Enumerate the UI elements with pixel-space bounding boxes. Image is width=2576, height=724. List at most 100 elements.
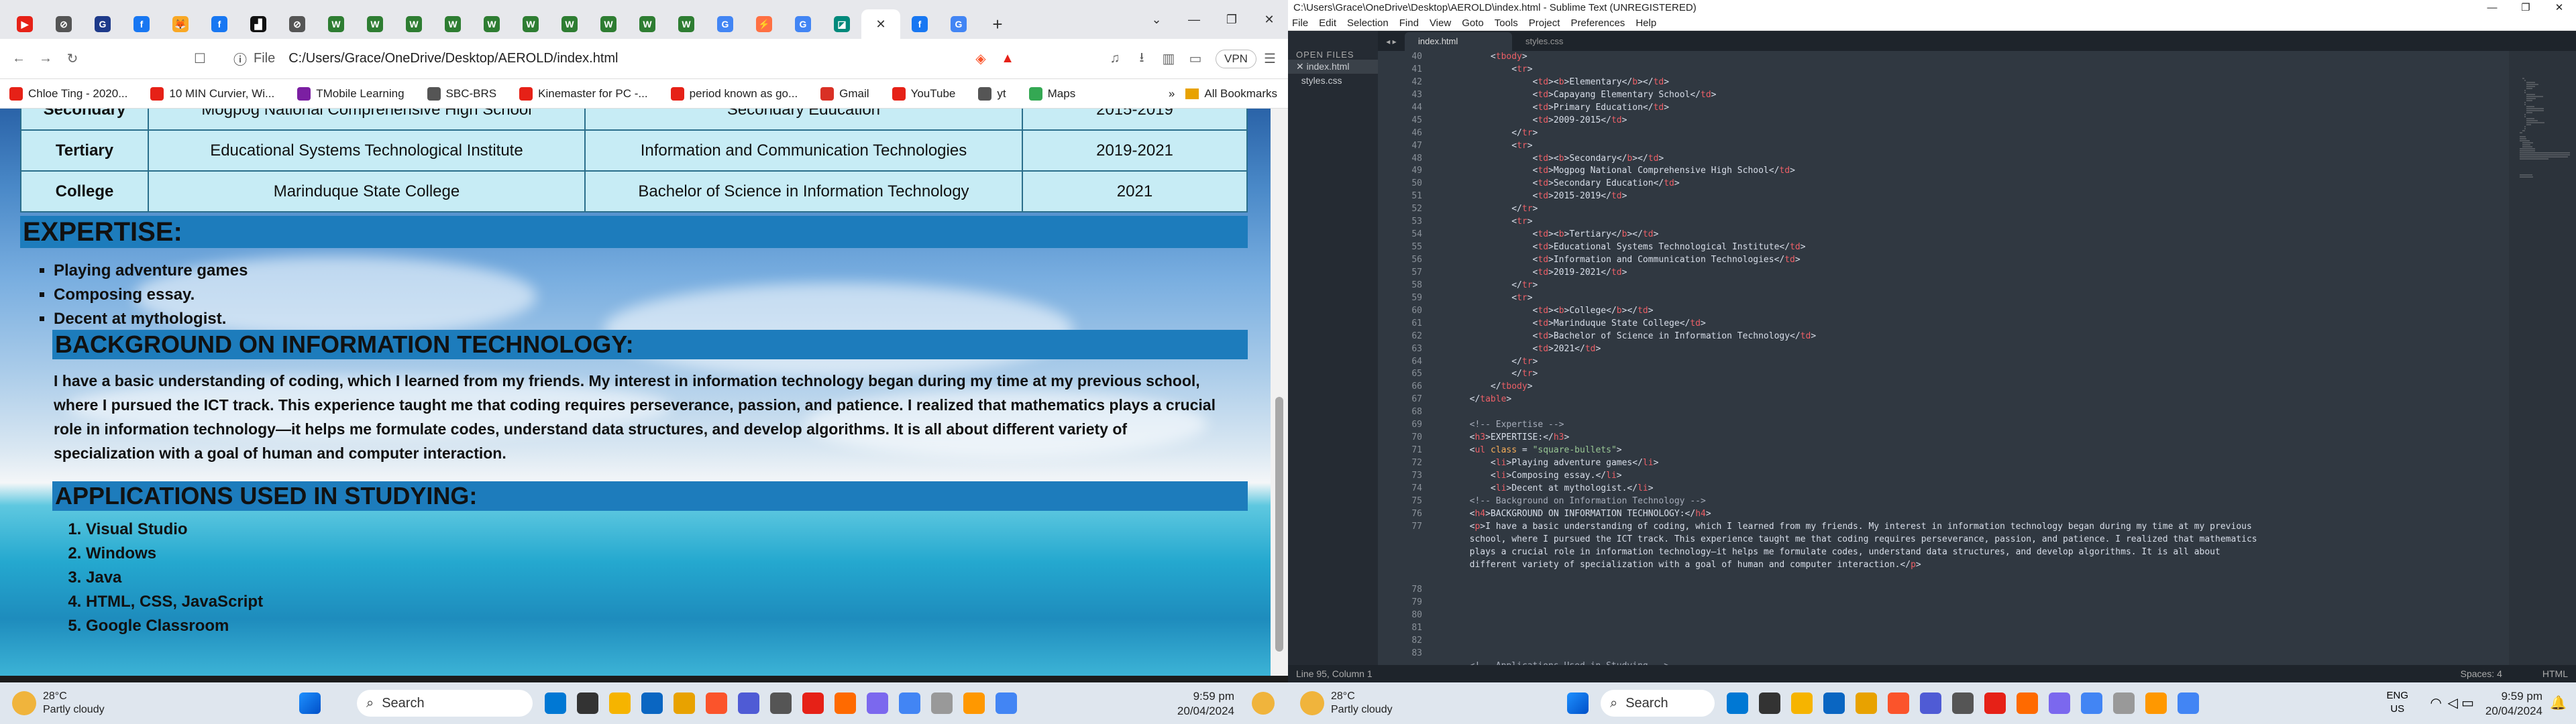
taskbar-app-icon[interactable] — [1915, 687, 1947, 719]
code-line[interactable]: <tr> — [1428, 64, 2509, 76]
code-line[interactable]: <li>Decent at mythologist.</li> — [1428, 483, 2509, 495]
taskbar-app-icon[interactable] — [604, 687, 636, 719]
weather-widget[interactable]: 28°C Partly cloudy — [12, 690, 294, 717]
browser-tab[interactable]: W — [433, 9, 472, 39]
code-line[interactable]: <li>Playing adventure games</li> — [1428, 457, 2509, 470]
tab-index-html[interactable]: index.html — [1405, 32, 1512, 51]
code-line[interactable]: school, where I pursued the ICT track. T… — [1428, 534, 2509, 546]
taskbar-app-icon[interactable] — [1786, 687, 1818, 719]
restore-icon[interactable]: ❐ — [2509, 0, 2542, 16]
browser-tab[interactable]: W — [394, 9, 433, 39]
browser-tab[interactable]: G — [706, 9, 745, 39]
taskbar-app-icon[interactable] — [861, 687, 894, 719]
media-icon[interactable]: ♫ — [1102, 51, 1128, 66]
taskbar-app-icon[interactable] — [1882, 687, 1915, 719]
code-line[interactable]: </tr> — [1428, 127, 2509, 140]
tab-active[interactable]: ✕ — [861, 9, 900, 39]
taskbar-app-icon[interactable] — [668, 687, 700, 719]
taskbar-app-icon[interactable] — [2043, 687, 2076, 719]
code-line[interactable]: <td>2021</td> — [1428, 343, 2509, 356]
code-line[interactable] — [1428, 584, 2509, 597]
browser-tab[interactable]: ◪ — [822, 9, 861, 39]
taskbar-app-icon[interactable] — [1818, 687, 1850, 719]
code-line[interactable] — [1428, 609, 2509, 622]
taskbar-app-icon[interactable] — [572, 687, 604, 719]
menu-item[interactable]: File — [1292, 16, 1308, 30]
sidebar-icon[interactable]: ▥ — [1155, 50, 1182, 67]
taskbar-app-icon[interactable] — [894, 687, 926, 719]
taskbar-app-icon[interactable] — [1979, 687, 2011, 719]
browser-tab[interactable]: W — [589, 9, 628, 39]
code-line[interactable]: <td>2009-2015</td> — [1428, 115, 2509, 127]
browser-tab[interactable]: 🦊 — [161, 9, 200, 39]
taskbar-app-icon[interactable] — [2108, 687, 2140, 719]
taskbar-app-icon[interactable] — [2076, 687, 2108, 719]
tab-nav-icon[interactable]: ◂ ▸ — [1378, 32, 1405, 51]
taskbar-app-icon[interactable] — [829, 687, 861, 719]
code-line[interactable]: <td>Educational Systems Technological In… — [1428, 241, 2509, 254]
browser-tab[interactable]: G — [939, 9, 978, 39]
code-line[interactable]: <!-- Background on Information Technolog… — [1428, 495, 2509, 508]
code-line[interactable]: <td>Bachelor of Science in Information T… — [1428, 330, 2509, 343]
address-bar[interactable]: ⓘ File C:/Users/Grace/OneDrive/Desktop/A… — [223, 46, 853, 72]
code-line[interactable]: <td>Mogpog National Comprehensive High S… — [1428, 165, 2509, 178]
menu-item[interactable]: View — [1430, 16, 1451, 30]
clock[interactable]: 9:59 pm 20/04/2024 — [1177, 689, 1234, 719]
browser-tab[interactable]: f — [122, 9, 161, 39]
tab-search-icon[interactable]: ⌄ — [1138, 13, 1175, 27]
code-line[interactable]: <td>2015-2019</td> — [1428, 190, 2509, 203]
restore-icon[interactable]: ❐ — [1213, 13, 1250, 27]
code-line[interactable]: </tr> — [1428, 280, 2509, 292]
code-line[interactable]: different variety of specialization with… — [1428, 559, 2509, 572]
browser-tab[interactable]: W — [667, 9, 706, 39]
code-line[interactable]: <tr> — [1428, 140, 2509, 153]
browser-tab[interactable]: W — [356, 9, 394, 39]
minimize-icon[interactable]: — — [1175, 13, 1213, 27]
sidebar-file-styles[interactable]: styles.css — [1288, 74, 1378, 87]
page-scrollbar[interactable] — [1271, 109, 1288, 676]
code-line[interactable]: </tr> — [1428, 368, 2509, 381]
browser-tab[interactable]: G — [83, 9, 122, 39]
wallet-icon[interactable]: ▭ — [1182, 50, 1209, 67]
brave-shields-icon[interactable]: ◈ — [967, 50, 994, 67]
code-line[interactable] — [1428, 597, 2509, 609]
code-line[interactable]: <ul class = "square-bullets"> — [1428, 444, 2509, 457]
bookmark-item[interactable]: YouTube — [892, 86, 955, 101]
bookmark-item[interactable]: TMobile Learning — [297, 86, 405, 101]
menu-item[interactable]: Find — [1399, 16, 1419, 30]
browser-tab[interactable]: W — [317, 9, 356, 39]
new-tab-button[interactable]: + — [978, 9, 1017, 39]
tab-styles-css[interactable]: styles.css — [1512, 32, 1619, 51]
menu-item[interactable]: Preferences — [1570, 16, 1625, 30]
bookmark-icon[interactable]: ☐ — [186, 50, 213, 67]
browser-tab[interactable]: ⊘ — [44, 9, 83, 39]
widgets-icon[interactable] — [1252, 692, 1275, 715]
taskbar-app-icon[interactable] — [2140, 687, 2172, 719]
taskbar-app-icon[interactable] — [733, 687, 765, 719]
close-icon[interactable]: ✕ — [1250, 13, 1288, 27]
code-line[interactable]: </table> — [1428, 394, 2509, 406]
language-indicator[interactable]: ENG US — [2386, 689, 2408, 716]
info-icon[interactable]: ⓘ — [233, 49, 247, 68]
menu-item[interactable]: Help — [1635, 16, 1656, 30]
forward-icon[interactable]: → — [32, 51, 59, 66]
bookmarks-overflow-icon[interactable]: » — [1169, 87, 1175, 101]
code-line[interactable]: <p>I have a basic understanding of codin… — [1428, 521, 2509, 534]
back-icon[interactable]: ← — [5, 51, 32, 66]
taskbar-app-icon[interactable] — [958, 687, 990, 719]
all-bookmarks-link[interactable]: All Bookmarks — [1204, 87, 1277, 101]
browser-tab[interactable]: W — [550, 9, 589, 39]
minimap[interactable] — [2509, 51, 2576, 665]
code-line[interactable]: <td>Marinduque State College</td> — [1428, 318, 2509, 330]
code-line[interactable]: </tbody> — [1428, 381, 2509, 394]
code-line[interactable] — [1428, 648, 2509, 660]
code-line[interactable]: <h3>EXPERTISE:</h3> — [1428, 432, 2509, 444]
taskbar-app-icon[interactable] — [2172, 687, 2204, 719]
taskbar-app-icon[interactable] — [926, 687, 958, 719]
code-line[interactable]: <td><b>College</b></td> — [1428, 305, 2509, 318]
bookmark-item[interactable]: Maps — [1028, 86, 1075, 101]
vpn-button[interactable]: VPN — [1216, 49, 1256, 68]
code-line[interactable]: </tr> — [1428, 203, 2509, 216]
status-syntax[interactable]: HTML — [2542, 668, 2568, 679]
sidebar-file-index[interactable]: ✕ index.html — [1288, 60, 1378, 74]
